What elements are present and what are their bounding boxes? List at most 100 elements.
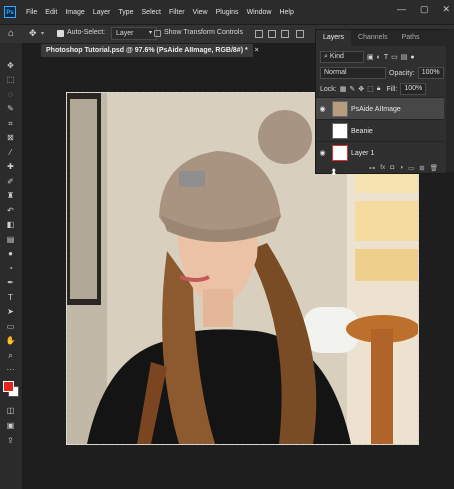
screen-mode-icon[interactable]: ▣ — [5, 420, 16, 431]
home-icon[interactable]: ⌂ — [8, 28, 14, 39]
share-icon[interactable]: ⇪ — [5, 435, 16, 446]
hand-tool-icon[interactable]: ✋ — [5, 335, 16, 346]
filter-type-icon[interactable]: T — [384, 54, 388, 61]
gradient-tool-icon[interactable]: ▤ — [5, 234, 16, 245]
dodge-tool-icon[interactable]: ◔ — [5, 263, 16, 274]
layer-row-beanie[interactable]: Beanie — [316, 119, 444, 142]
more-tools-icon[interactable]: ··· — [5, 364, 16, 375]
layer-thumbnail — [332, 101, 348, 117]
menu-plugins[interactable]: Plugins — [212, 9, 243, 16]
group-icon[interactable]: ▭ — [408, 164, 414, 172]
tab-channels[interactable]: Channels — [351, 30, 395, 46]
lock-transparent-icon[interactable]: ▦ — [340, 85, 347, 93]
move-tool-icon[interactable]: ✥ — [5, 60, 16, 71]
layer-name: Beanie — [351, 127, 373, 135]
layer-thumbnail — [332, 123, 348, 139]
fx-icon[interactable]: fx — [380, 164, 385, 171]
pen-tool-icon[interactable]: ✒ — [5, 277, 16, 288]
mask-icon[interactable]: ◘ — [390, 164, 394, 171]
zoom-tool-icon[interactable]: ⌕ — [5, 350, 16, 361]
type-tool-icon[interactable]: T — [5, 292, 16, 303]
clone-stamp-tool-icon[interactable]: ♜ — [5, 190, 16, 201]
history-brush-tool-icon[interactable]: ↶ — [5, 205, 16, 216]
close-tab-icon[interactable]: × — [255, 47, 259, 54]
adjustment-icon[interactable]: ◑ — [399, 164, 403, 171]
auto-select-checkbox[interactable] — [57, 30, 64, 37]
brush-tool-icon[interactable]: ✐ — [5, 176, 16, 187]
foreground-color-swatch[interactable] — [3, 381, 14, 392]
blend-mode-dropdown[interactable]: Normal — [320, 67, 386, 79]
align-center-icon[interactable] — [268, 30, 276, 38]
document-tab[interactable]: Photoshop Tutorial.psd @ 97.6% (PsAide A… — [41, 44, 259, 57]
align-right-icon[interactable] — [281, 30, 289, 38]
close-icon[interactable]: ✕ — [442, 4, 450, 15]
trash-icon[interactable]: 🗑︎ — [430, 164, 438, 172]
layer-row-layer-1[interactable]: ◉ Layer 1 — [316, 141, 444, 164]
dropdown-chevron-icon: ▾ — [148, 30, 152, 36]
shape-tool-icon[interactable]: ▭ — [5, 321, 16, 332]
layer-name: PsAide AIImage — [351, 105, 401, 113]
healing-brush-tool-icon[interactable]: ✚ — [5, 161, 16, 172]
marquee-tool-icon[interactable]: ⬚ — [5, 74, 16, 85]
layer-row-psaide-aiimage[interactable]: ◉ PsAide AIImage — [316, 97, 444, 120]
eye-icon[interactable]: ◉ — [316, 149, 329, 157]
filter-smart-object-icon[interactable]: ▤ — [401, 53, 408, 61]
quick-select-tool-icon[interactable]: ✎ — [5, 103, 16, 114]
eyedropper-tool-icon[interactable]: ⁄ — [5, 147, 16, 158]
menu-window[interactable]: Window — [243, 9, 276, 16]
show-transform-label: Show Transform Controls — [164, 29, 243, 36]
fill-label: Fill: — [386, 85, 398, 93]
align-left-icon[interactable] — [255, 30, 263, 38]
lock-position-icon[interactable]: ✥ — [358, 85, 364, 93]
layers-scrollbar[interactable] — [446, 29, 454, 172]
menu-filter[interactable]: Filter — [165, 9, 189, 16]
opacity-label: Opacity: — [389, 69, 415, 77]
crop-tool-icon[interactable]: ⌗ — [5, 118, 16, 129]
tools-panel: ✥ ⬚ ◌ ✎ ⌗ ⊠ ⁄ ✚ ✐ ♜ ↶ ◧ ▤ ● ◔ ✒ T ➤ ▭ ✋ … — [0, 43, 23, 489]
opacity-input[interactable]: 100% — [417, 67, 444, 79]
tab-layers[interactable]: Layers — [316, 30, 352, 46]
filter-pixel-icon[interactable]: ▣ — [367, 53, 374, 61]
tool-preset-chevron-icon[interactable]: ▾ — [41, 30, 44, 37]
menu-type[interactable]: Type — [114, 9, 137, 16]
lock-artboard-icon[interactable]: ⬚ — [367, 85, 374, 93]
move-tool-icon[interactable]: ✥ — [29, 28, 37, 39]
menu-layer[interactable]: Layer — [89, 9, 115, 16]
auto-select-target-dropdown[interactable]: Layer ▾ — [111, 27, 157, 40]
layer-filter-dropdown[interactable]: ⌕ Kind — [320, 51, 364, 63]
menu-file[interactable]: File — [22, 9, 41, 16]
window-controls: — ▢ ✕ — [397, 4, 450, 15]
maximize-icon[interactable]: ▢ — [420, 4, 429, 15]
menu-view[interactable]: View — [189, 9, 212, 16]
tab-paths[interactable]: Paths — [395, 30, 427, 46]
align-top-icon[interactable] — [296, 30, 304, 38]
path-select-tool-icon[interactable]: ➤ — [5, 306, 16, 317]
blur-tool-icon[interactable]: ● — [5, 248, 16, 259]
photoshop-logo-icon[interactable]: Ps — [4, 6, 16, 18]
filter-adjustment-icon[interactable]: ◐ — [377, 54, 381, 61]
quick-mask-icon[interactable]: ◫ — [5, 405, 16, 416]
menu-select[interactable]: Select — [138, 9, 165, 16]
menu-help[interactable]: Help — [275, 9, 297, 16]
filter-shape-icon[interactable]: ▭ — [391, 53, 398, 61]
frame-tool-icon[interactable]: ⊠ — [5, 132, 16, 143]
filter-toggle-icon[interactable]: ● — [410, 54, 414, 61]
show-transform-checkbox[interactable] — [154, 30, 161, 37]
menu-edit[interactable]: Edit — [41, 9, 61, 16]
eye-icon[interactable]: ◉ — [316, 105, 329, 113]
auto-select-label: Auto-Select: — [67, 29, 106, 36]
link-icon[interactable]: ⊶ — [369, 164, 376, 172]
lock-image-icon[interactable]: ✎ — [349, 85, 355, 93]
layer-filter-kind: Kind — [329, 53, 344, 60]
new-layer-icon[interactable]: ⊞ — [419, 164, 424, 172]
menu-image[interactable]: Image — [61, 9, 88, 16]
minimize-icon[interactable]: — — [397, 4, 406, 15]
lock-row: Lock: ▦ ✎ ✥ ⬚ 🔒︎ Fill: 100% — [320, 83, 427, 95]
cursor-icon: ⬍ — [330, 167, 338, 177]
eraser-tool-icon[interactable]: ◧ — [5, 219, 16, 230]
layers-panel: Layers Channels Paths ⌕ Kind ▣ ◐ T ▭ ▤ ●… — [315, 29, 447, 174]
document-tab-title: Photoshop Tutorial.psd @ 97.6% (PsAide A… — [46, 47, 248, 54]
lasso-tool-icon[interactable]: ◌ — [5, 89, 16, 100]
fill-input[interactable]: 100% — [400, 83, 427, 95]
lock-all-icon[interactable]: 🔒︎ — [377, 85, 381, 93]
